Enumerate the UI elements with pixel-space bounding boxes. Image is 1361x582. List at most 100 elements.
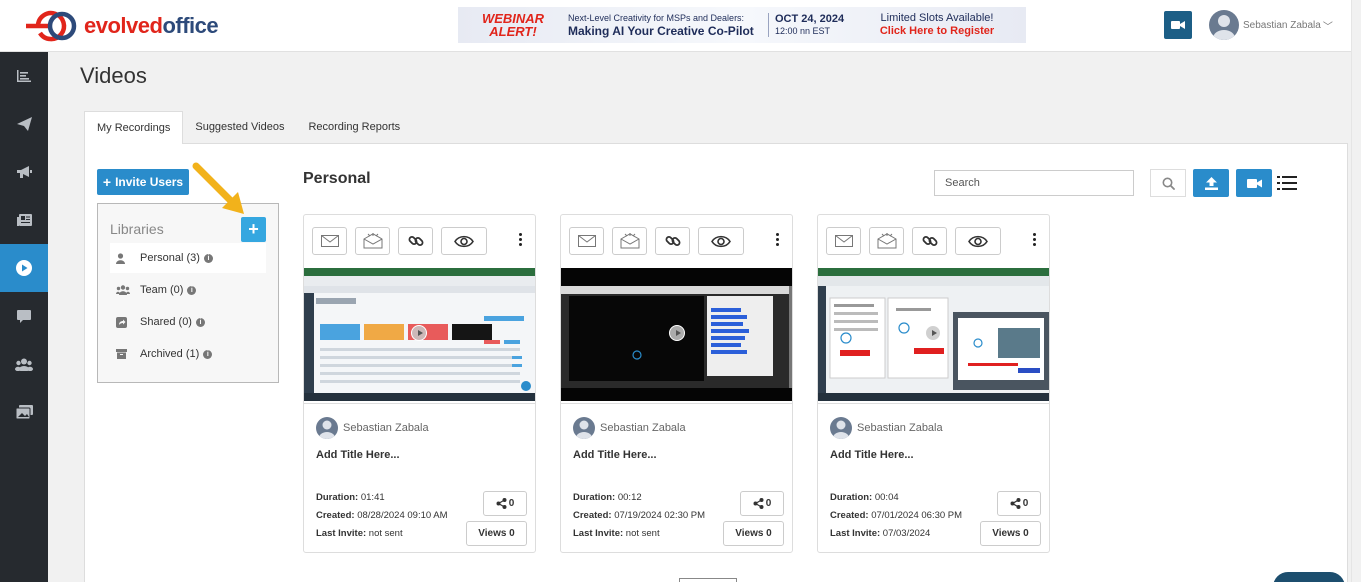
- owner-name: Sebastian Zabala: [600, 422, 686, 434]
- info-icon[interactable]: i: [187, 285, 197, 295]
- library-item-personal[interactable]: Personal (3) i: [110, 243, 266, 273]
- play-icon[interactable]: [411, 325, 427, 341]
- card-actions: [312, 227, 495, 255]
- start-recording-button[interactable]: [1164, 11, 1192, 39]
- library-item-label: Shared (0): [140, 316, 192, 328]
- add-library-button[interactable]: +: [241, 217, 266, 242]
- banner-cta[interactable]: Limited Slots Available! Click Here to R…: [848, 12, 1026, 38]
- bulk-email-button[interactable]: [355, 227, 390, 255]
- page-title: Videos: [80, 63, 147, 88]
- chat-icon: [17, 309, 31, 323]
- last-invite-value: not sent: [368, 528, 403, 539]
- media-icon: [15, 405, 33, 419]
- views-button[interactable]: Views 0: [466, 521, 527, 546]
- views-button[interactable]: Views 0: [723, 521, 784, 546]
- created-label: Created:: [830, 510, 869, 521]
- tab-recording-reports[interactable]: Recording Reports: [296, 111, 412, 144]
- user-name: Sebastian Zabala: [1243, 19, 1321, 31]
- banner-register-link[interactable]: Click Here to Register: [848, 25, 1026, 38]
- library-item-archived[interactable]: Archived (1) i: [110, 339, 266, 369]
- video-title[interactable]: Add Title Here...: [830, 449, 914, 461]
- link-icon: [665, 236, 680, 246]
- search-button[interactable]: [1150, 169, 1186, 197]
- play-icon[interactable]: [925, 325, 941, 341]
- bulk-email-button[interactable]: [612, 227, 647, 255]
- sidebar-item-announcements[interactable]: [0, 148, 48, 196]
- video-last-invite: Last Invite: not sent: [316, 528, 403, 539]
- tab-my-recordings[interactable]: My Recordings: [84, 111, 184, 144]
- pagination-control[interactable]: [679, 578, 737, 582]
- video-owner: Sebastian Zabala: [316, 417, 429, 439]
- info-icon[interactable]: i: [203, 253, 213, 263]
- duration-value: 00:04: [874, 492, 899, 503]
- video-title[interactable]: Add Title Here...: [573, 449, 657, 461]
- share-count-button[interactable]: 0: [483, 491, 527, 516]
- library-item-shared[interactable]: Shared (0) i: [110, 307, 266, 337]
- copy-link-button[interactable]: [655, 227, 690, 255]
- envelope-icon: [577, 235, 596, 247]
- user-menu[interactable]: Sebastian Zabala ﹀: [1209, 10, 1333, 40]
- reports-icon: [17, 70, 31, 82]
- info-icon[interactable]: i: [203, 349, 213, 359]
- preview-video-button[interactable]: [441, 227, 487, 255]
- more-options-icon[interactable]: [774, 233, 780, 248]
- search-input[interactable]: [934, 170, 1134, 196]
- webinar-banner[interactable]: WEBINAR ALERT! Next-Level Creativity for…: [458, 7, 1026, 43]
- plus-icon: +: [102, 174, 112, 190]
- library-item-team[interactable]: Team (0) i: [110, 275, 266, 305]
- sidebar-item-users[interactable]: [0, 340, 48, 388]
- views-button[interactable]: Views 0: [980, 521, 1041, 546]
- email-video-button[interactable]: [569, 227, 604, 255]
- sidebar-item-videos[interactable]: [0, 244, 48, 292]
- logo-text: evolvedoffice: [84, 13, 219, 39]
- video-thumbnail[interactable]: [304, 268, 535, 401]
- pointer-arrow-icon: [192, 162, 244, 214]
- sidebar-item-campaigns[interactable]: [0, 100, 48, 148]
- copy-link-button[interactable]: [912, 227, 947, 255]
- link-icon: [922, 236, 937, 246]
- upload-video-button[interactable]: [1193, 169, 1229, 197]
- list-view-button[interactable]: [1276, 173, 1298, 193]
- preview-video-button[interactable]: [955, 227, 1001, 255]
- video-title[interactable]: Add Title Here...: [316, 449, 400, 461]
- record-video-button[interactable]: [1236, 169, 1272, 197]
- play-icon[interactable]: [669, 325, 685, 341]
- more-options-icon[interactable]: [517, 233, 523, 248]
- video-card[interactable]: Sebastian Zabala Add Title Here... Durat…: [817, 214, 1050, 553]
- eye-icon: [968, 235, 988, 247]
- duration-value: 01:41: [360, 492, 385, 503]
- sidebar-item-media[interactable]: [0, 388, 48, 436]
- section-title: Personal: [303, 170, 371, 187]
- sidebar-item-newsletters[interactable]: [0, 196, 48, 244]
- chat-widget-button[interactable]: [1273, 572, 1345, 582]
- preview-video-button[interactable]: [698, 227, 744, 255]
- video-thumbnail[interactable]: [561, 268, 792, 401]
- sidebar-item-reports[interactable]: [0, 52, 48, 100]
- video-thumbnail[interactable]: [818, 268, 1049, 401]
- info-icon[interactable]: i: [195, 317, 205, 327]
- sidebar-item-chat[interactable]: [0, 292, 48, 340]
- copy-link-button[interactable]: [398, 227, 433, 255]
- eye-icon: [711, 235, 731, 247]
- video-created: Created: 08/28/2024 09:10 AM: [316, 510, 448, 521]
- owner-name: Sebastian Zabala: [343, 422, 429, 434]
- upload-icon: [1204, 176, 1218, 190]
- email-video-button[interactable]: [826, 227, 861, 255]
- last-invite-value: not sent: [625, 528, 660, 539]
- page-scrollbar[interactable]: [1351, 0, 1361, 582]
- video-duration: Duration: 00:12: [573, 492, 642, 503]
- logo-mark-icon: [22, 9, 82, 43]
- evolved-office-logo[interactable]: evolvedoffice: [22, 9, 219, 43]
- bulk-email-button[interactable]: [869, 227, 904, 255]
- email-video-button[interactable]: [312, 227, 347, 255]
- banner-alert-line2: ALERT!: [489, 24, 537, 39]
- share-count-button[interactable]: 0: [740, 491, 784, 516]
- more-options-icon[interactable]: [1031, 233, 1037, 248]
- divider: [561, 403, 792, 404]
- tab-suggested-videos[interactable]: Suggested Videos: [183, 111, 296, 144]
- video-card[interactable]: Sebastian Zabala Add Title Here... Durat…: [560, 214, 793, 553]
- share-count-button[interactable]: 0: [997, 491, 1041, 516]
- last-invite-label: Last Invite:: [573, 528, 624, 539]
- video-card[interactable]: Sebastian Zabala Add Title Here... Durat…: [303, 214, 536, 553]
- invite-users-button[interactable]: + Invite Users: [97, 169, 189, 195]
